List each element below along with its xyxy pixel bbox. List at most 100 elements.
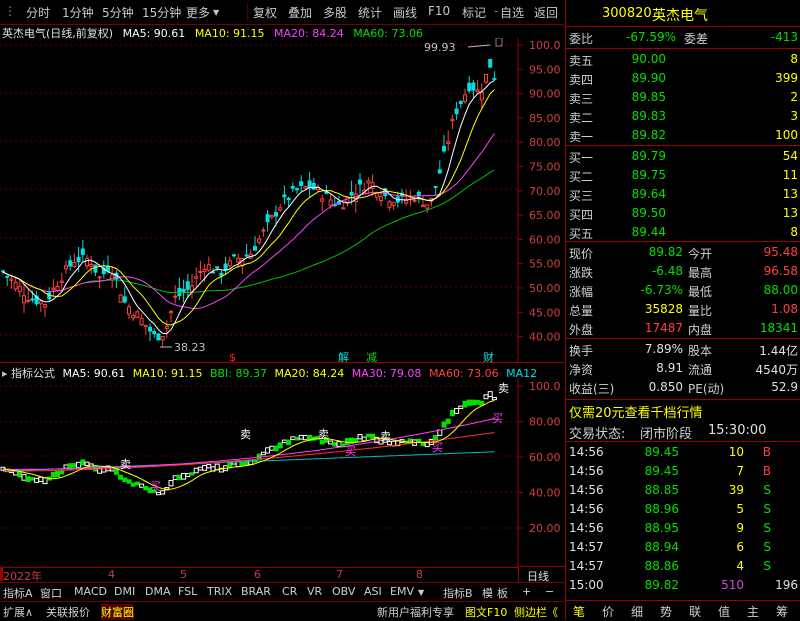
chart-toolbar: ⋮ 分时 1分钟 5分钟 15分钟 更多 ▼ 复权 叠加 多股 统计 画线 F1… — [0, 0, 564, 25]
tab-obv[interactable]: OBV — [332, 585, 355, 598]
tab-related[interactable]: 联 — [689, 603, 701, 620]
chevron-down-icon[interactable]: ▼ — [418, 588, 424, 597]
tab-emv[interactable]: EMV — [390, 585, 414, 598]
indicator-bar — [50, 471, 56, 478]
f10-graphic-link[interactable]: 图文F10 — [465, 604, 507, 620]
tab-indicator-a[interactable]: 指标A — [3, 585, 33, 601]
stat-label: 外盘 — [569, 323, 594, 337]
candle-body — [30, 298, 35, 301]
tick-time: 14:56 — [569, 502, 604, 516]
tab-trix[interactable]: TRIX — [207, 585, 232, 598]
tab-ticks[interactable]: 笔 — [573, 603, 585, 620]
tick-side: B — [762, 445, 771, 459]
tab-cr[interactable]: CR — [282, 585, 297, 598]
tab-trend[interactable]: 势 — [660, 603, 672, 620]
tab-value[interactable]: 值 — [718, 603, 730, 620]
stat-label: 涨幅 — [569, 285, 594, 299]
new-user-promo-link[interactable]: 新用户福利专享 — [377, 604, 454, 620]
low-price-marker: 38.23 — [174, 341, 206, 354]
statistics-button[interactable]: 统计 — [358, 4, 382, 21]
ask-row: 卖五 90.00 8 — [566, 50, 800, 69]
promo-banner[interactable]: 仅需20元查看千档行情 — [566, 400, 800, 421]
overlay-button[interactable]: 叠加 — [288, 4, 312, 21]
candle-body — [97, 276, 102, 279]
quote-panel-tabs: 笔 价 细 势 联 值 主 筹 — [565, 600, 800, 621]
tab-indicator-b[interactable]: 指标B — [443, 585, 473, 601]
ma10-line — [2, 89, 495, 326]
stat-row: 外盘 17487 内盘 18341 — [566, 319, 800, 338]
date-label: 4 — [108, 568, 115, 581]
ask-volume: 100 — [775, 128, 798, 142]
candle-body — [76, 256, 81, 263]
candle-body — [68, 260, 73, 267]
tab-15min[interactable]: 15分钟 — [142, 4, 181, 21]
tab-template-2[interactable]: 板 — [497, 585, 508, 601]
tab-template-1[interactable]: 模 — [482, 585, 493, 601]
draw-line-button[interactable]: 画线 — [393, 4, 417, 21]
ask-price: 89.83 — [631, 109, 666, 123]
candle-body — [416, 191, 421, 196]
tab-brar[interactable]: BRAR — [241, 585, 271, 598]
tab-intraday[interactable]: 分时 — [26, 4, 50, 21]
fund-row: 换手 7.89% 股本 1.44亿 — [566, 340, 800, 359]
ask-level-label: 卖五 — [569, 54, 594, 68]
tab-vr[interactable]: VR — [307, 585, 322, 598]
sidebar-toggle[interactable]: 侧边栏《 — [514, 604, 558, 620]
candle-body — [311, 182, 316, 190]
tab-asi[interactable]: ASI — [364, 585, 382, 598]
indicator-bar — [290, 436, 296, 441]
indicator-bar — [134, 481, 140, 486]
candle-body — [181, 288, 186, 294]
tab-detail[interactable]: 细 — [631, 603, 643, 620]
tab-5min[interactable]: 5分钟 — [102, 4, 134, 21]
tick-time: 14:57 — [569, 559, 604, 573]
stat-label: 量比 — [688, 304, 713, 318]
tab-price[interactable]: 价 — [602, 603, 614, 620]
indicator-bar — [21, 474, 27, 481]
fund-value: 52.9 — [771, 380, 798, 394]
tab-1min[interactable]: 1分钟 — [62, 4, 94, 21]
indicator-bar — [42, 477, 48, 485]
tab-dmi[interactable]: DMI — [114, 585, 135, 598]
sell-signal: 卖 — [240, 428, 251, 441]
more-menu[interactable]: 更多 — [186, 4, 210, 21]
chevron-down-icon[interactable]: ▼ — [213, 8, 219, 17]
period-indicator[interactable]: 日线 — [518, 566, 565, 583]
indicator-bar — [189, 472, 195, 476]
tab-fsl[interactable]: FSL — [178, 585, 197, 598]
expand-button[interactable]: 扩展∧ — [3, 604, 33, 620]
multi-stock-button[interactable]: 多股 — [323, 4, 347, 21]
mark-button[interactable]: 标记 — [462, 4, 486, 21]
candle-body — [59, 280, 64, 283]
promo-text[interactable]: 仅需20元查看千档行情 — [569, 402, 703, 421]
indicator-bar — [294, 437, 300, 441]
candle-body — [43, 304, 47, 308]
tab-macd[interactable]: MACD — [74, 585, 107, 598]
ask-volume: 3 — [790, 109, 798, 123]
tab-chips[interactable]: 筹 — [776, 603, 788, 620]
watchlist-button[interactable]: 自选 — [500, 4, 524, 21]
fuquan-button[interactable]: 复权 — [253, 4, 277, 21]
back-button[interactable]: 返回 — [534, 4, 558, 21]
tab-window[interactable]: 窗口 — [40, 585, 62, 601]
bid-row: 买三 89.64 13 — [566, 185, 800, 204]
candle-body — [55, 285, 60, 292]
wealth-circle-tab[interactable]: 财富圈 — [101, 604, 134, 620]
bottom-links: 扩展∧ 关联报价 财富圈 新用户福利专享 图文F10 侧边栏《 — [0, 601, 564, 621]
indicator-candles — [0, 391, 497, 496]
bid-row: 买二 89.75 11 — [566, 166, 800, 185]
ask-row: 卖三 89.85 2 — [566, 88, 800, 107]
f10-button[interactable]: F10 — [428, 4, 450, 18]
bid-volume: 8 — [790, 225, 798, 239]
tab-main-force[interactable]: 主 — [747, 603, 759, 620]
tab-dma[interactable]: DMA — [145, 585, 171, 598]
remove-window-button[interactable]: − — [545, 585, 554, 598]
related-quotes-tab[interactable]: 关联报价 — [46, 604, 90, 620]
candle-body — [320, 198, 325, 202]
candlestick-chart[interactable]: 99.93 38.23 $ 解 减 财 100.0 95.00 90.00 85.00… — [0, 38, 564, 362]
buy-signal: 买 — [345, 445, 356, 458]
tick-row: 14:56 88.95 9 S — [566, 519, 800, 538]
fund-row: 收益(三) 0.850 PE(动) 52.9 — [566, 378, 800, 397]
add-window-button[interactable]: + — [522, 585, 531, 598]
indicator-chart[interactable]: 卖 卖 卖 卖 卖 买 买 买 买 100.0 80.00 60.00 40.00 20… — [0, 378, 564, 566]
